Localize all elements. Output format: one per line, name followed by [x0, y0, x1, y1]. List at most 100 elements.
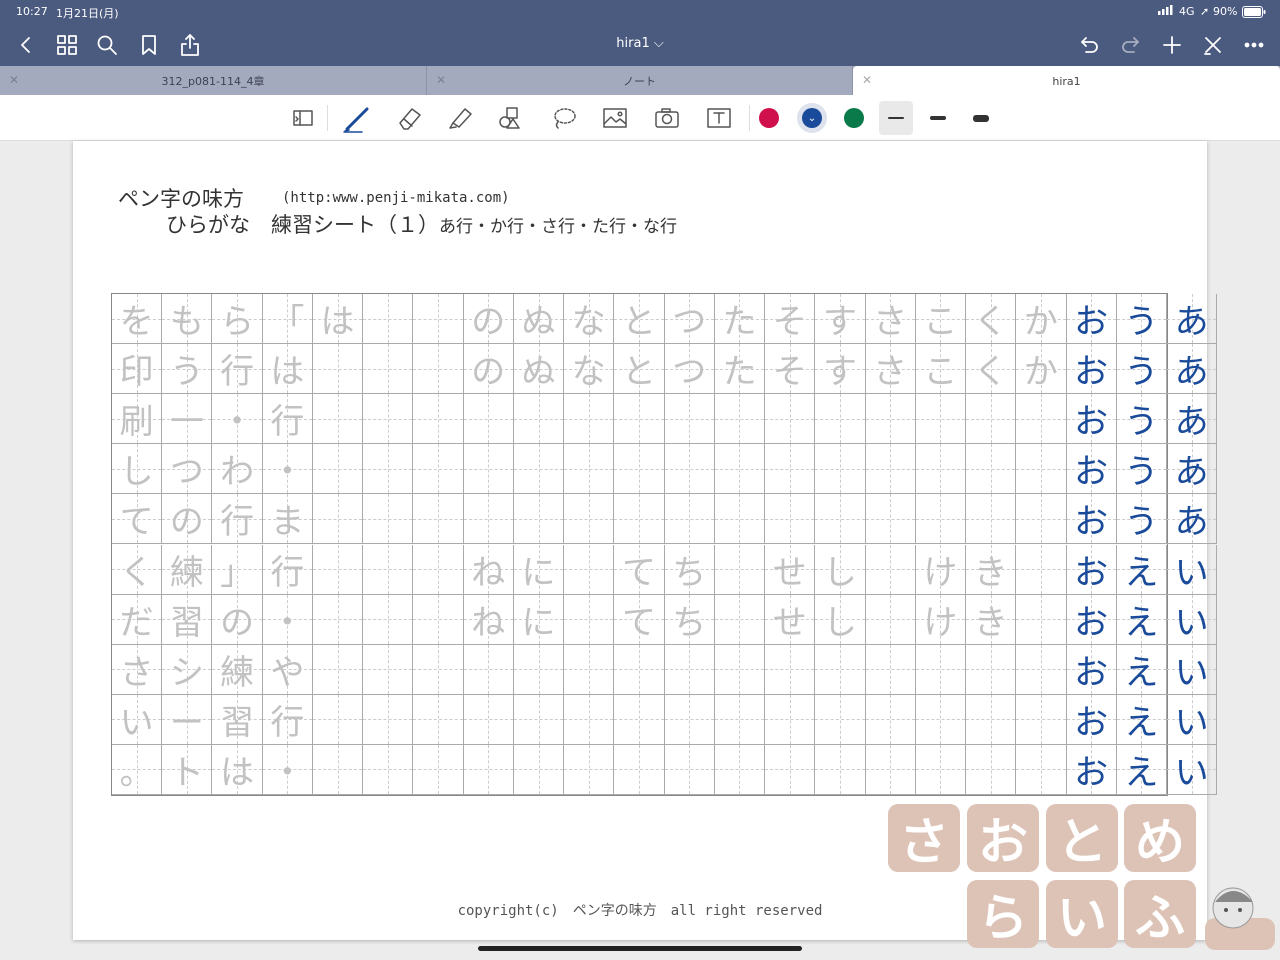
grid-cell[interactable]	[664, 744, 715, 795]
grid-cell[interactable]: こ	[915, 294, 967, 345]
grid-cell[interactable]: ト	[162, 744, 213, 795]
grid-cell[interactable]: つ	[664, 344, 715, 395]
grid-cell[interactable]: つ	[162, 444, 213, 495]
grid-cell[interactable]: え	[1116, 744, 1167, 795]
grid-cell[interactable]: ぬ	[513, 294, 565, 345]
grid-cell[interactable]	[513, 694, 565, 745]
grid-cell[interactable]	[413, 294, 464, 345]
grid-cell[interactable]	[614, 644, 665, 695]
grid-cell[interactable]: い	[1167, 744, 1218, 795]
read-mode-icon[interactable]	[287, 102, 321, 134]
grid-cell[interactable]	[513, 494, 565, 545]
grid-cell[interactable]: ・	[212, 394, 263, 445]
grid-cell[interactable]: え	[1116, 644, 1167, 695]
grid-cell[interactable]: う	[1116, 344, 1167, 395]
grid-cell[interactable]: 」	[212, 544, 263, 595]
grid-cell[interactable]: え	[1116, 594, 1167, 645]
grid-cell[interactable]: 行	[212, 344, 263, 395]
grid-cell[interactable]	[865, 744, 916, 795]
grid-cell[interactable]	[865, 494, 916, 545]
grid-cell[interactable]: う	[1116, 294, 1167, 345]
thickness-bold[interactable]	[964, 101, 998, 135]
grid-cell[interactable]	[714, 394, 766, 445]
grid-cell[interactable]	[815, 644, 866, 695]
grid-cell[interactable]	[614, 394, 665, 445]
grid-cell[interactable]	[413, 694, 464, 745]
grid-cell[interactable]: す	[815, 344, 866, 395]
grid-cell[interactable]: に	[513, 544, 565, 595]
grid-cell[interactable]	[714, 694, 766, 745]
grid-cell[interactable]	[865, 594, 916, 645]
grid-cell[interactable]: ね	[463, 544, 514, 595]
grid-cell[interactable]	[513, 644, 565, 695]
grid-cell[interactable]: 練	[162, 544, 213, 595]
grid-cell[interactable]: だ	[112, 594, 163, 645]
grid-cell[interactable]	[614, 444, 665, 495]
grid-cell[interactable]: ま	[262, 494, 313, 545]
grid-cell[interactable]	[312, 394, 364, 445]
grid-cell[interactable]: く	[966, 344, 1017, 395]
grid-cell[interactable]	[714, 544, 766, 595]
grid-cell[interactable]	[413, 544, 464, 595]
grid-cell[interactable]: ・	[262, 594, 313, 645]
close-icon[interactable]: ✕	[436, 73, 446, 87]
grid-cell[interactable]: あ	[1167, 344, 1218, 395]
grid-cell[interactable]: シ	[162, 644, 213, 695]
grid-cell[interactable]: て	[614, 594, 665, 645]
grid-cell[interactable]: ら	[212, 294, 263, 345]
close-icon[interactable]: ✕	[9, 73, 19, 87]
grid-cell[interactable]	[765, 394, 816, 445]
grid-cell[interactable]: に	[513, 594, 565, 645]
grid-cell[interactable]	[915, 694, 967, 745]
grid-cell[interactable]	[614, 744, 665, 795]
grid-cell[interactable]: う	[1116, 444, 1167, 495]
grid-cell[interactable]	[614, 694, 665, 745]
more-icon[interactable]	[1240, 32, 1268, 58]
grid-cell[interactable]	[413, 744, 464, 795]
practice-grid[interactable]: をもら「はのぬなとつたそすさこくかおうあ印う行はのぬなとつたそすさこくかおうあ刷…	[111, 293, 1218, 796]
pen-icon[interactable]	[340, 102, 374, 134]
grid-cell[interactable]	[865, 544, 916, 595]
grid-cell[interactable]: き	[966, 544, 1017, 595]
grid-cell[interactable]	[915, 494, 967, 545]
grid-cell[interactable]	[714, 744, 766, 795]
grid-cell[interactable]: し	[112, 444, 163, 495]
grid-cell[interactable]: う	[1116, 394, 1167, 445]
grid-cell[interactable]: 練	[212, 644, 263, 695]
grid-cell[interactable]	[363, 494, 414, 545]
grid-cell[interactable]: あ	[1167, 394, 1218, 445]
grid-cell[interactable]: は	[312, 294, 364, 345]
grid-cell[interactable]	[312, 694, 364, 745]
grid-cell[interactable]: て	[614, 544, 665, 595]
grid-cell[interactable]	[463, 744, 514, 795]
highlighter-icon[interactable]	[444, 102, 478, 134]
color-blue-swatch[interactable]: ⌄	[802, 108, 822, 128]
grid-cell[interactable]: か	[1016, 344, 1067, 395]
grid-cell[interactable]: 「	[262, 294, 313, 345]
grid-cell[interactable]: ・	[262, 744, 313, 795]
grid-cell[interactable]	[312, 444, 364, 495]
grid-cell[interactable]	[865, 394, 916, 445]
grid-cell[interactable]	[714, 644, 766, 695]
grid-cell[interactable]: さ	[865, 344, 916, 395]
camera-icon[interactable]	[650, 102, 684, 134]
grid-cell[interactable]	[966, 394, 1017, 445]
grid-cell[interactable]	[564, 394, 615, 445]
grid-cell[interactable]	[815, 694, 866, 745]
grid-cell[interactable]	[513, 444, 565, 495]
grid-cell[interactable]	[463, 444, 514, 495]
grid-cell[interactable]	[564, 444, 615, 495]
grid-cell[interactable]	[614, 494, 665, 545]
grid-cell[interactable]	[765, 694, 816, 745]
lasso-icon[interactable]	[547, 102, 581, 134]
grid-cell[interactable]	[463, 644, 514, 695]
grid-cell[interactable]: す	[815, 294, 866, 345]
grid-cell[interactable]	[765, 494, 816, 545]
text-icon[interactable]	[702, 102, 736, 134]
grid-cell[interactable]	[966, 694, 1017, 745]
grid-cell[interactable]	[312, 344, 364, 395]
grid-cell[interactable]: し	[815, 594, 866, 645]
grid-cell[interactable]: ち	[664, 594, 715, 645]
grid-cell[interactable]: お	[1066, 644, 1117, 695]
grid-cell[interactable]: 行	[262, 694, 313, 745]
